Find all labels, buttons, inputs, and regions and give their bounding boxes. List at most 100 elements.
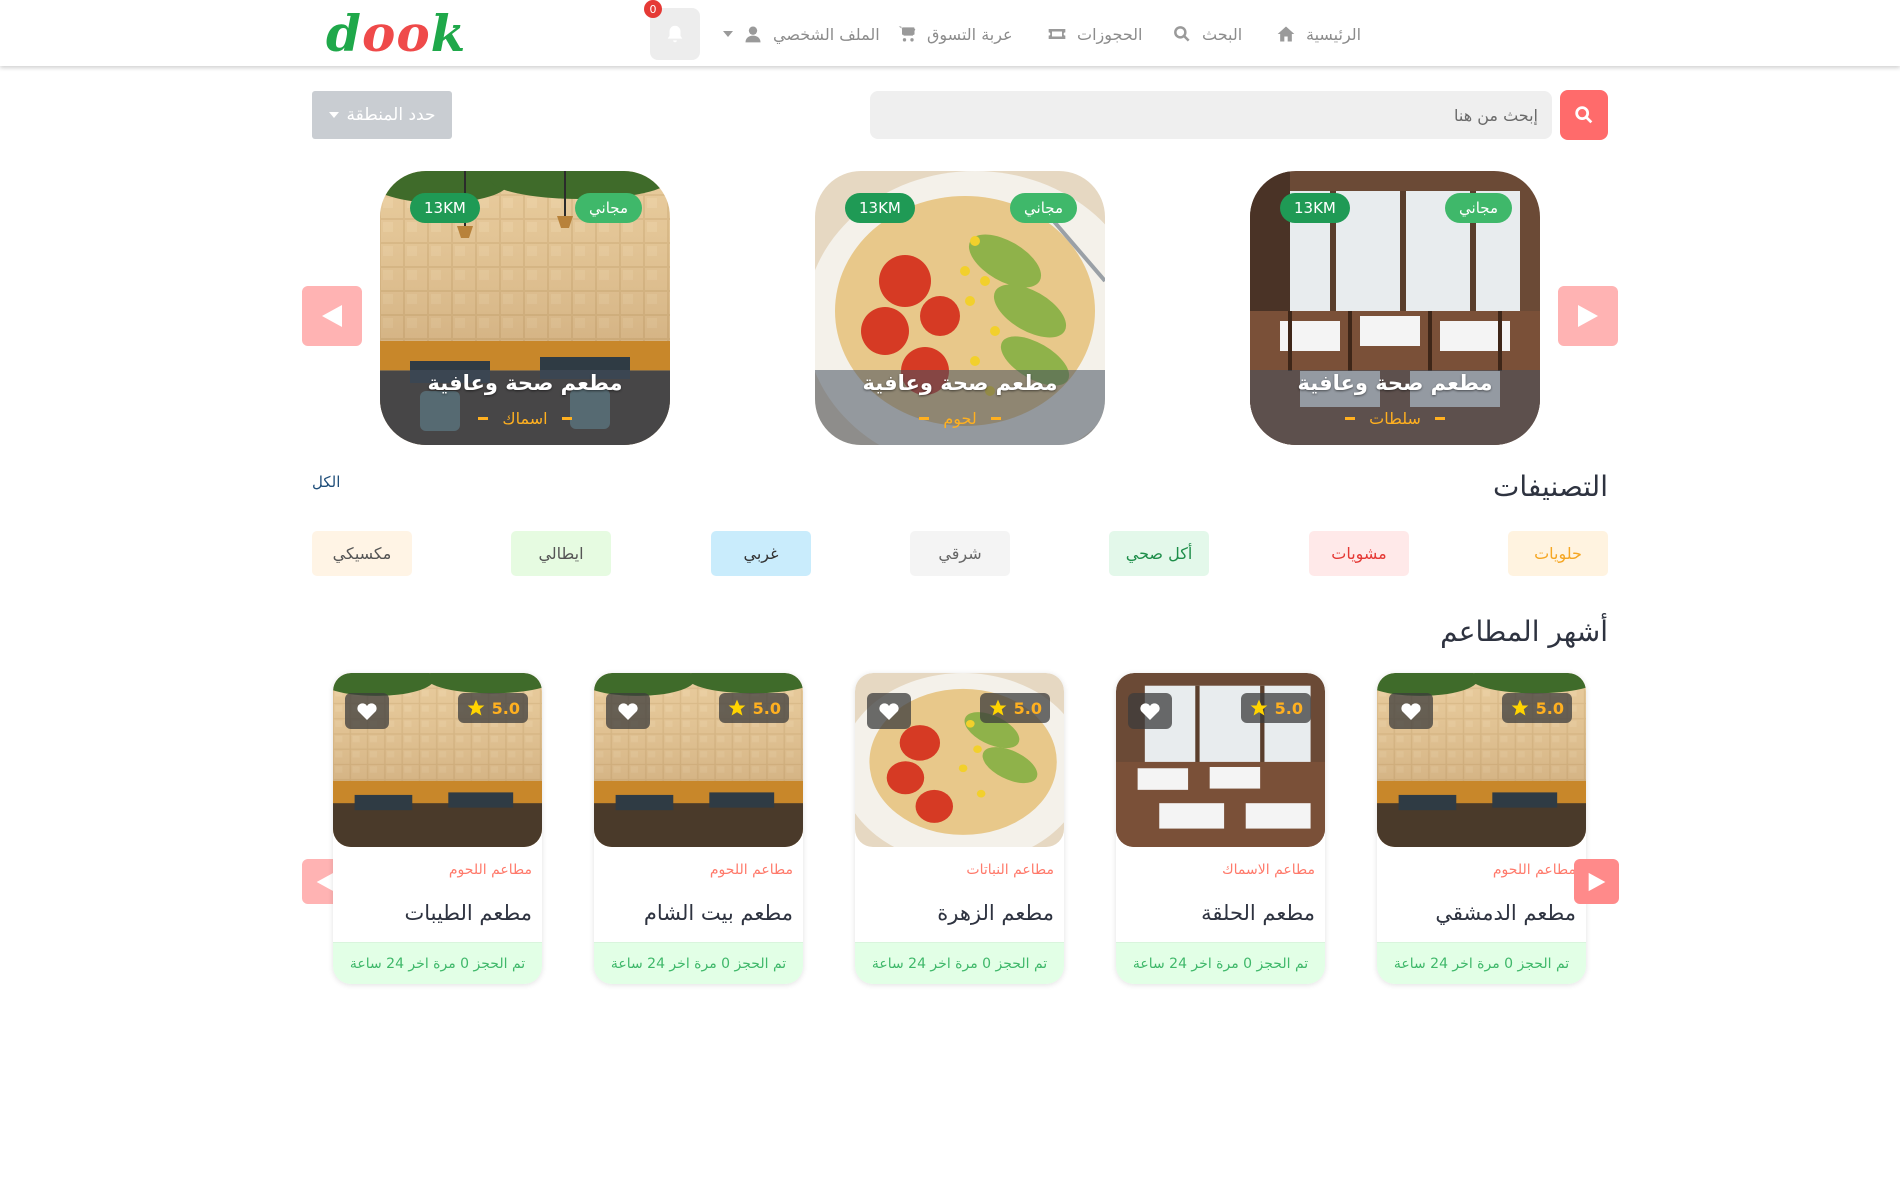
restaurant-category: مطاعم النباتات [966,862,1054,878]
nav-home-label: الرئيسية [1306,24,1362,44]
booking-stats: تم الحجز 0 مرة اخر 24 ساعة [594,942,803,984]
bell-icon [667,25,683,43]
featured-subtitle-row: لحوم [815,409,1105,428]
heart-icon [1140,703,1160,720]
restaurant-card[interactable]: 5.0 مطاعم اللحوم مطعم الدمشقي تم الحجز 0… [1377,673,1586,984]
nav-cart[interactable]: عربة التسوق [897,22,1013,46]
rating-badge: 5.0 [1240,693,1311,723]
dash-decoration [919,417,930,420]
distance-badge: 13KM [1280,193,1350,223]
featured-next-button[interactable] [1558,286,1618,346]
free-badge: مجاني [1445,193,1512,223]
distance-badge: 13KM [410,193,480,223]
nav-search-label: البحث [1202,24,1243,44]
rating-value: 5.0 [752,698,781,718]
featured-prev-button[interactable] [302,286,362,346]
restaurant-card[interactable]: 5.0 مطاعم الاسماك مطعم الحلقة تم الحجز 0… [1116,673,1325,984]
star-icon [1511,699,1528,716]
favorite-button[interactable] [1389,693,1433,729]
dash-decoration [1434,417,1445,420]
heart-icon [618,703,638,720]
featured-subtitle: سلطات [1369,409,1421,428]
popular-restaurants-title: أشهر المطاعم [1440,615,1608,648]
restaurant-name: مطعم الزهرة [937,901,1054,925]
heart-icon [879,703,899,720]
search-input[interactable] [870,91,1552,139]
arrow-left-icon [316,872,333,891]
cart-icon [898,26,916,42]
notifications-button[interactable]: 0 [644,0,700,60]
chevron-down-icon [723,31,733,37]
dash-decoration [990,417,1001,420]
distance-badge: 13KM [845,193,915,223]
featured-title: مطعم صحة وعافية [1297,371,1493,395]
rating-badge: 5.0 [718,693,789,723]
search-icon [1575,106,1593,124]
logo-letters-oo: oo [361,4,431,63]
restaurant-name: مطعم الحلقة [1201,901,1315,925]
arrow-right-icon [1578,305,1598,327]
region-dropdown[interactable]: حدد المنطقة [312,91,452,139]
category-italian[interactable]: ايطالي [511,531,611,576]
heart-icon [1401,703,1421,720]
rating-value: 5.0 [1274,698,1303,718]
restaurant-card[interactable]: 5.0 مطاعم اللحوم مطعم الطيبات تم الحجز 0… [333,673,542,984]
category-healthy[interactable]: أكل صحي [1109,531,1209,576]
category-eastern[interactable]: شرقي [910,531,1010,576]
favorite-button[interactable] [867,693,911,729]
dash-decoration [478,417,489,420]
restaurant-category: مطاعم اللحوم [1492,862,1576,878]
restaurant-card[interactable]: 5.0 مطاعم اللحوم مطعم بيت الشام تم الحجز… [594,673,803,984]
restaurant-card[interactable]: 5.0 مطاعم النباتات مطعم الزهرة تم الحجز … [855,673,1064,984]
star-icon [989,699,1006,716]
nav-profile-label: الملف الشخصي [773,24,880,44]
notification-count-badge: 0 [644,0,662,18]
featured-subtitle-row: اسماك [380,409,670,428]
category-grills[interactable]: مشويات [1309,531,1409,576]
rating-value: 5.0 [1013,698,1042,718]
categories-all-link[interactable]: الكل [312,473,340,491]
ticket-icon [1048,29,1066,39]
booking-stats: تم الحجز 0 مرة اخر 24 ساعة [1116,942,1325,984]
favorite-button[interactable] [1128,693,1172,729]
favorite-button[interactable] [606,693,650,729]
popular-next-button[interactable] [1574,859,1619,904]
featured-title: مطعم صحة وعافية [427,371,623,395]
restaurant-category: مطاعم اللحوم [448,862,532,878]
booking-stats: تم الحجز 0 مرة اخر 24 ساعة [1377,942,1586,984]
nav-bookings[interactable]: الحجوزات [1047,22,1142,46]
free-badge: مجاني [575,193,642,223]
rating-badge: 5.0 [457,693,528,723]
home-icon [1277,26,1295,42]
restaurant-name: مطعم الطيبات [404,901,532,925]
category-western[interactable]: غربي [711,531,811,576]
logo[interactable]: dook [326,4,466,63]
nav-home[interactable]: الرئيسية [1276,22,1361,46]
dash-decoration [1345,417,1356,420]
featured-subtitle: اسماك [502,409,548,428]
featured-restaurant-card[interactable]: مجاني 13KM مطعم صحة وعافية اسماك [380,171,670,445]
category-sweets[interactable]: حلويات [1508,531,1608,576]
user-icon [745,26,761,43]
featured-restaurant-card[interactable]: مجاني 13KM مطعم صحة وعافية سلطات [1250,171,1540,445]
search-submit-button[interactable] [1560,90,1608,140]
star-icon [1250,699,1267,716]
booking-stats: تم الحجز 0 مرة اخر 24 ساعة [333,942,542,984]
logo-letter-k: k [430,4,467,63]
featured-title: مطعم صحة وعافية [862,371,1058,395]
chevron-down-icon [328,112,339,118]
star-icon [728,699,745,716]
restaurant-name: مطعم بيت الشام [643,901,793,925]
nav-search[interactable]: البحث [1172,22,1242,46]
free-badge: مجاني [1010,193,1077,223]
booking-stats: تم الحجز 0 مرة اخر 24 ساعة [855,942,1064,984]
featured-restaurant-card[interactable]: مجاني 13KM مطعم صحة وعافية لحوم [815,171,1105,445]
category-mexican[interactable]: مكسيكي [312,531,412,576]
arrow-left-icon [322,305,342,327]
star-icon [467,699,484,716]
nav-profile[interactable]: الملف الشخصي [723,22,880,46]
nav-bookings-label: الحجوزات [1077,24,1143,44]
region-dropdown-label: حدد المنطقة [346,105,436,125]
top-navbar: dook 0 الملف الشخصي عربة التسوق الحجوزات… [0,0,1900,66]
favorite-button[interactable] [345,693,389,729]
